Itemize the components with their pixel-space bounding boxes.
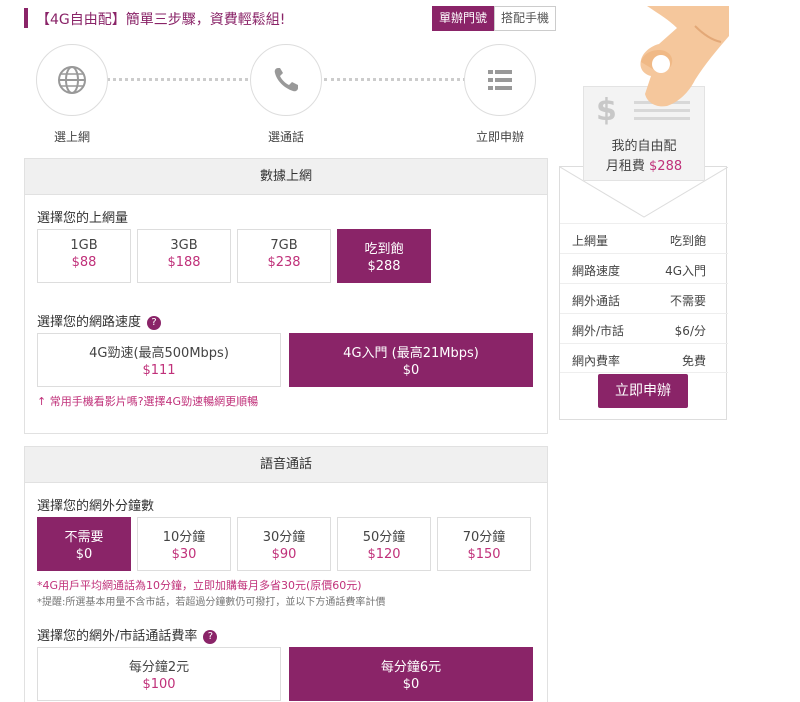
option-name: 每分鐘6元 xyxy=(380,660,442,675)
globe-icon xyxy=(58,66,86,94)
option-price: $238 xyxy=(267,255,301,270)
card-monthly-fee: 月租費 $288 xyxy=(584,155,704,174)
step-circle-call xyxy=(250,44,322,116)
minutes-option-30[interactable]: 30分鐘 $90 xyxy=(237,517,331,571)
option-price: $111 xyxy=(142,363,176,378)
summary-value: 4G入門 xyxy=(665,264,706,278)
rate-label-text: 選擇您的網外/市話通話費率 xyxy=(37,629,198,644)
help-icon[interactable]: ? xyxy=(203,629,218,644)
option-name: 4G勁速(最高500Mbps) xyxy=(89,346,229,361)
option-price: $188 xyxy=(167,255,201,270)
data-panel: 數據上網 選擇您的上網量 1GB $88 3GB $188 7GB $238 吃… xyxy=(24,158,548,434)
list-icon xyxy=(488,70,512,90)
voice-panel: 語音通話 選擇您的網外分鐘數 不需要 $0 10分鐘 $30 30分鐘 $90 … xyxy=(24,446,548,702)
option-name: 30分鐘 xyxy=(262,530,306,545)
step-label-call: 選通話 xyxy=(267,130,304,144)
option-name: 不需要 xyxy=(64,530,104,545)
header-accent-bar xyxy=(24,8,28,28)
summary-key: 網外/市話 xyxy=(572,324,625,338)
option-price: $150 xyxy=(467,547,501,562)
minutes-label: 選擇您的網外分鐘數 xyxy=(37,499,155,514)
rate-label: 選擇您的網外/市話通話費率? xyxy=(37,625,218,644)
step-label-apply: 立即申辦 xyxy=(475,130,524,144)
option-name: 70分鐘 xyxy=(462,530,506,545)
option-name: 50分鐘 xyxy=(362,530,406,545)
volume-option-7gb[interactable]: 7GB $238 xyxy=(237,229,331,283)
step-connector xyxy=(324,78,484,81)
summary-row-onnet: 網內費率 免費 xyxy=(560,343,728,373)
speed-label: 選擇您的網路速度? xyxy=(37,311,162,330)
speed-option-basic[interactable]: 4G入門 (最高21Mbps) $0 xyxy=(289,333,533,387)
option-name: 7GB xyxy=(270,238,298,253)
tab-single-number[interactable]: 單辦門號 xyxy=(432,6,495,31)
step-connector xyxy=(100,78,272,81)
card-fee-price: $288 xyxy=(649,159,683,174)
option-price: $90 xyxy=(271,547,297,562)
voice-panel-title: 語音通話 xyxy=(25,447,547,483)
summary-key: 網路速度 xyxy=(572,264,621,278)
summary-row-offnet-calls: 網外通話 不需要 xyxy=(560,283,728,313)
volume-label: 選擇您的上網量 xyxy=(37,211,129,226)
option-name: 3GB xyxy=(170,238,198,253)
minutes-option-10[interactable]: 10分鐘 $30 xyxy=(137,517,231,571)
option-price: $288 xyxy=(367,259,401,274)
option-price: $30 xyxy=(171,547,197,562)
minutes-option-none[interactable]: 不需要 $0 xyxy=(37,517,131,571)
apply-button[interactable]: 立即申辦 xyxy=(598,374,688,408)
summary-panel: 上網量 吃到飽 網路速度 4G入門 網外通話 不需要 網外/市話 $6/分 網內… xyxy=(559,6,729,420)
volume-option-1gb[interactable]: 1GB $88 xyxy=(37,229,131,283)
summary-value: 免費 xyxy=(681,354,706,368)
summary-row-rate: 網外/市話 $6/分 xyxy=(560,313,728,343)
option-name: 每分鐘2元 xyxy=(128,660,190,675)
summary-row-volume: 上網量 吃到飽 xyxy=(560,223,728,253)
step-circle-apply xyxy=(464,44,536,116)
tab-with-phone[interactable]: 搭配手機 xyxy=(494,6,557,31)
rate-option-2[interactable]: 每分鐘2元 $100 xyxy=(37,647,281,701)
option-price: $0 xyxy=(402,677,420,692)
summary-key: 網內費率 xyxy=(572,354,621,368)
step-label-internet: 選上網 xyxy=(53,130,90,144)
summary-value: $6/分 xyxy=(674,324,706,338)
summary-row-speed: 網路速度 4G入門 xyxy=(560,253,728,283)
step-circle-internet xyxy=(36,44,108,116)
speed-note: ↑ 常用手機看影片嗎?選擇4G勁速暢網更順暢 xyxy=(37,395,259,408)
minutes-option-50[interactable]: 50分鐘 $120 xyxy=(337,517,431,571)
option-price: $88 xyxy=(71,255,97,270)
title-bracket: 【4G自由配】 xyxy=(36,12,126,28)
phone-icon xyxy=(274,68,298,92)
option-name: 4G入門 (最高21Mbps) xyxy=(343,346,479,361)
summary-key: 網外通話 xyxy=(572,294,621,308)
page-title: 【4G自由配】簡單三步驟，資費輕鬆組! xyxy=(36,9,285,29)
speed-option-turbo[interactable]: 4G勁速(最高500Mbps) $111 xyxy=(37,333,281,387)
option-price: $0 xyxy=(75,547,93,562)
title-rest: 簡單三步驟，資費輕鬆組! xyxy=(125,12,286,28)
card-fee-label: 月租費 xyxy=(605,159,645,174)
card-title: 我的自由配 xyxy=(611,139,677,154)
volume-option-unlimited[interactable]: 吃到飽 $288 xyxy=(337,229,431,283)
option-price: $120 xyxy=(367,547,401,562)
summary-key: 上網量 xyxy=(572,234,609,248)
data-panel-title: 數據上網 xyxy=(25,159,547,195)
summary-value: 吃到飽 xyxy=(669,234,706,248)
minutes-note: *4G用戶平均網通話為10分鐘，立即加購每月多省30元(原價60元) xyxy=(37,579,362,592)
step-indicator: 選上網 選通話 立即申辦 xyxy=(24,44,548,144)
help-icon[interactable]: ? xyxy=(147,315,162,330)
option-name: 10分鐘 xyxy=(162,530,206,545)
option-price: $100 xyxy=(142,677,176,692)
minutes-option-70[interactable]: 70分鐘 $150 xyxy=(437,517,531,571)
hand-icon xyxy=(640,6,729,107)
summary-value: 不需要 xyxy=(669,294,706,308)
volume-option-3gb[interactable]: 3GB $188 xyxy=(137,229,231,283)
minutes-reminder: *提醒:所選基本用量不含市話，若超過分鐘數仍可撥打，並以下方通話費率計價 xyxy=(37,597,386,608)
option-price: $0 xyxy=(402,363,420,378)
rate-option-6[interactable]: 每分鐘6元 $0 xyxy=(289,647,533,701)
option-name: 吃到飽 xyxy=(364,242,404,257)
option-name: 1GB xyxy=(70,238,98,253)
speed-label-text: 選擇您的網路速度 xyxy=(37,315,142,330)
